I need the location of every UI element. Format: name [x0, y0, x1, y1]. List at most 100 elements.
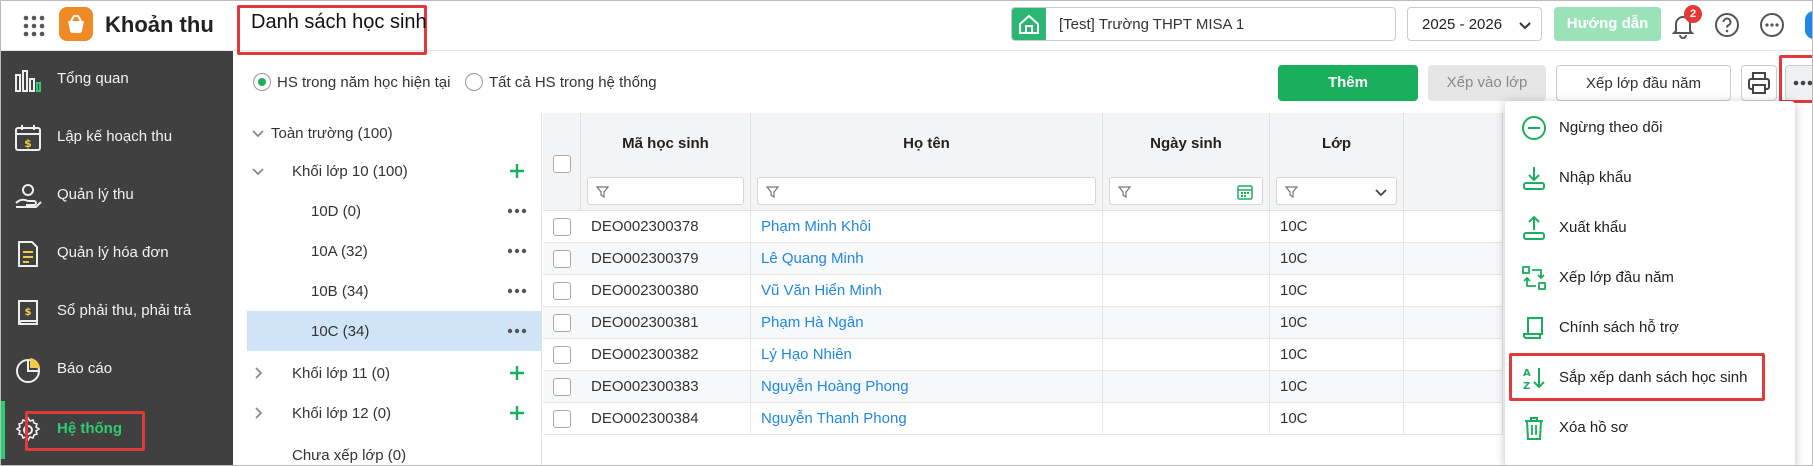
cell-name[interactable]: Nguyễn Hoàng Phong: [751, 371, 1103, 403]
cell-name[interactable]: Nguyễn Thanh Phong: [751, 403, 1103, 435]
assign-class-button[interactable]: Xếp vào lớp: [1428, 65, 1546, 101]
import-icon: [1521, 165, 1547, 191]
cell-dob: [1103, 371, 1270, 403]
cell-name[interactable]: Phạm Hà Ngân: [751, 307, 1103, 339]
cell-name[interactable]: Vũ Văn Hiển Minh: [751, 275, 1103, 307]
ellipsis-icon[interactable]: [505, 323, 529, 339]
tree-node-grade-11[interactable]: Khối lớp 11 (0): [247, 353, 542, 393]
row-checkbox[interactable]: [553, 314, 571, 332]
sidebar-item-report[interactable]: Báo cáo: [1, 341, 233, 399]
menu-item-stop-tracking[interactable]: Ngừng theo dõi: [1505, 103, 1795, 153]
school-selector[interactable]: [Test] Trường THPT MISA 1: [1011, 7, 1396, 41]
tree-node-class[interactable]: 10A (32): [247, 231, 542, 271]
sidebar-item-plan[interactable]: $ Lập kế hoạch thu: [1, 109, 233, 167]
cell-name[interactable]: Lý Hạo Nhiên: [751, 339, 1103, 371]
row-checkbox[interactable]: [553, 218, 571, 236]
cell-name[interactable]: Lê Quang Minh: [751, 243, 1103, 275]
tree-node-label: 10A (32): [311, 243, 368, 260]
table-row[interactable]: DEO002300379 Lê Quang Minh 10C: [543, 243, 1503, 275]
tree-node-class[interactable]: 10B (34): [247, 271, 542, 311]
sidebar-item-overview[interactable]: Tổng quan: [1, 51, 233, 109]
school-year-select[interactable]: 2025 - 2026: [1407, 7, 1542, 41]
row-checkbox[interactable]: [553, 250, 571, 268]
cell-dob: [1103, 275, 1270, 307]
app-window: Khoản thu Danh sách học sinh [Test] Trườ…: [0, 0, 1813, 466]
sidebar-item-label: Quản lý hóa đơn: [57, 244, 169, 261]
column-title: Họ tên: [903, 135, 950, 152]
menu-item-support-policy[interactable]: Chính sách hỗ trợ: [1505, 303, 1795, 353]
table-row[interactable]: DEO002300383 Nguyễn Hoàng Phong 10C: [543, 371, 1503, 403]
trash-icon: [1521, 415, 1547, 441]
cell-dob: [1103, 403, 1270, 435]
table-row[interactable]: DEO002300381 Phạm Hà Ngân 10C: [543, 307, 1503, 339]
ellipsis-icon[interactable]: [505, 283, 529, 299]
print-button[interactable]: [1741, 65, 1777, 101]
menu-item-label: Nhập khẩu: [1559, 169, 1632, 186]
cell-name[interactable]: Phạm Minh Khôi: [751, 211, 1103, 243]
calendar-icon[interactable]: [1236, 183, 1254, 201]
row-checkbox[interactable]: [553, 410, 571, 428]
radio-current-year[interactable]: [253, 73, 271, 91]
row-checkbox[interactable]: [553, 282, 571, 300]
filter-class-select[interactable]: [1276, 177, 1397, 205]
tree-node-grade-10[interactable]: Khối lớp 10 (100): [247, 151, 542, 191]
table-row[interactable]: DEO002300378 Phạm Minh Khôi 10C: [543, 211, 1503, 243]
menu-item-arrange-class[interactable]: Xếp lớp đầu năm: [1505, 253, 1795, 303]
filter-icon: [1285, 185, 1298, 198]
tree-node-class-selected[interactable]: 10C (34): [247, 311, 542, 351]
app-name: Khoản thu: [105, 12, 214, 37]
sidebar-item-ledger[interactable]: $ Sổ phải thu, phải trả: [1, 283, 233, 341]
tree-node-label: Khối lớp 11 (0): [292, 365, 390, 382]
filter-dob-input[interactable]: [1109, 177, 1263, 205]
menu-item-sort-students[interactable]: AZ Sắp xếp danh sách học sinh: [1505, 353, 1795, 403]
menu-item-label: Chính sách hỗ trợ: [1559, 319, 1679, 336]
cell-dob: [1103, 339, 1270, 371]
tree-node-label: Khối lớp 12 (0): [292, 405, 392, 422]
radio-all-students[interactable]: [465, 73, 483, 91]
more-options-icon[interactable]: [1758, 11, 1786, 39]
filter-code-input[interactable]: [587, 177, 744, 205]
sidebar-item-label: Quản lý thu: [57, 186, 134, 203]
guide-button[interactable]: Hướng dẫn: [1554, 7, 1661, 41]
table-row[interactable]: DEO002300384 Nguyễn Thanh Phong 10C: [543, 403, 1503, 435]
column-title: Ngày sinh: [1150, 135, 1222, 152]
row-checkbox[interactable]: [553, 346, 571, 364]
cell-extra: [1404, 339, 1503, 371]
chevron-right-icon: [251, 366, 265, 380]
filter-name-input[interactable]: [757, 177, 1096, 205]
ellipsis-icon[interactable]: [505, 203, 529, 219]
svg-text:$: $: [25, 307, 32, 318]
tree-node-grade-12[interactable]: Khối lớp 12 (0): [247, 393, 542, 433]
column-header-extra: [1404, 113, 1503, 211]
add-class-icon[interactable]: [507, 161, 527, 181]
export-icon: [1521, 215, 1547, 241]
help-icon[interactable]: [1713, 11, 1741, 39]
ellipsis-icon[interactable]: [505, 243, 529, 259]
add-class-icon[interactable]: [507, 363, 527, 383]
user-avatar[interactable]: [1805, 11, 1812, 39]
sidebar-item-invoice[interactable]: Quản lý hóa đơn: [1, 225, 233, 283]
tree-node-school[interactable]: Toàn trường (100): [247, 113, 542, 153]
menu-item-label: Xuất khẩu: [1559, 219, 1627, 236]
menu-item-delete-profile[interactable]: Xóa hồ sơ: [1505, 403, 1795, 453]
tree-node-unassigned[interactable]: Chưa xếp lớp (0): [247, 435, 542, 465]
app-grid-icon[interactable]: [21, 13, 47, 39]
table-row[interactable]: DEO002300380 Vũ Văn Hiển Minh 10C: [543, 275, 1503, 307]
select-all-checkbox[interactable]: [553, 155, 571, 173]
cell-extra: [1404, 243, 1503, 275]
table-row[interactable]: DEO002300382 Lý Hạo Nhiên 10C: [543, 339, 1503, 371]
chevron-down-icon: [251, 126, 265, 140]
class-tree: Toàn trường (100) Khối lớp 10 (100) 10D …: [247, 113, 542, 465]
cell-class: 10C: [1270, 403, 1404, 435]
sidebar-item-system[interactable]: Hệ thống: [1, 401, 233, 459]
row-checkbox[interactable]: [553, 378, 571, 396]
menu-item-export[interactable]: Xuất khẩu: [1505, 203, 1795, 253]
school-year-value: 2025 - 2026: [1422, 16, 1503, 33]
tree-node-class[interactable]: 10D (0): [247, 191, 542, 231]
add-class-icon[interactable]: [507, 403, 527, 423]
menu-item-import[interactable]: Nhập khẩu: [1505, 153, 1795, 203]
add-button[interactable]: Thêm: [1278, 65, 1418, 101]
arrange-class-button[interactable]: Xếp lớp đầu năm: [1556, 65, 1731, 101]
sidebar-item-collection[interactable]: Quản lý thu: [1, 167, 233, 225]
student-table: Mã học sinh Họ tên Ngày sinh Lớp DEO0023…: [543, 113, 1503, 465]
